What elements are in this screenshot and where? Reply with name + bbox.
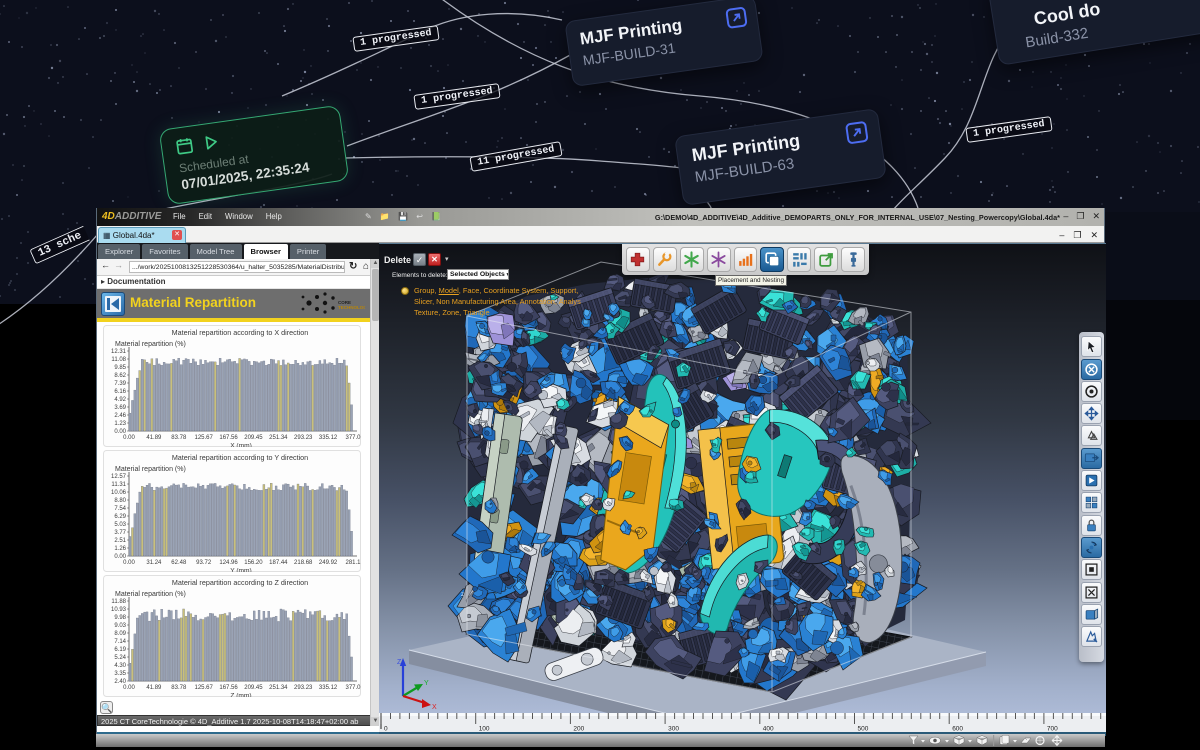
svg-text:2.51: 2.51 xyxy=(114,538,126,544)
svg-text:0.00: 0.00 xyxy=(123,560,135,566)
svg-text:62.48: 62.48 xyxy=(171,560,187,566)
svg-text:12.57: 12.57 xyxy=(111,474,127,480)
svg-text:293.23: 293.23 xyxy=(294,435,313,441)
svg-text:300: 300 xyxy=(668,726,679,733)
svg-text:167.56: 167.56 xyxy=(219,685,238,691)
svg-text:Z: Z xyxy=(397,659,402,666)
svg-text:187.44: 187.44 xyxy=(269,560,288,566)
svg-text:3.77: 3.77 xyxy=(114,530,126,536)
svg-text:251.34: 251.34 xyxy=(269,685,288,691)
svg-text:Material repartition (%): Material repartition (%) xyxy=(115,591,186,598)
svg-text:Material repartition (%): Material repartition (%) xyxy=(115,341,186,348)
svg-text:z: z xyxy=(461,592,464,598)
svg-text:6.16: 6.16 xyxy=(114,389,126,395)
svg-text:209.45: 209.45 xyxy=(244,435,263,441)
svg-text:3.69: 3.69 xyxy=(114,405,126,411)
svg-text:31.24: 31.24 xyxy=(146,560,162,566)
svg-text:5.03: 5.03 xyxy=(114,522,126,528)
svg-text:1.26: 1.26 xyxy=(114,546,126,552)
svg-text:10.06: 10.06 xyxy=(111,490,127,496)
svg-text:8.80: 8.80 xyxy=(114,498,126,504)
svg-text:9.03: 9.03 xyxy=(114,623,126,629)
svg-text:Z (mm): Z (mm) xyxy=(230,693,251,698)
svg-text:4.30: 4.30 xyxy=(114,663,126,669)
svg-text:125.67: 125.67 xyxy=(194,435,213,441)
svg-text:0: 0 xyxy=(384,726,388,733)
svg-text:X (mm): X (mm) xyxy=(230,443,252,448)
svg-text:124.96: 124.96 xyxy=(219,560,238,566)
svg-text:700: 700 xyxy=(1047,726,1058,733)
svg-text:100: 100 xyxy=(479,726,490,733)
svg-text:5.24: 5.24 xyxy=(114,655,126,661)
svg-text:9.85: 9.85 xyxy=(114,365,126,371)
svg-text:8.62: 8.62 xyxy=(114,373,126,379)
svg-text:Y: Y xyxy=(424,680,429,687)
svg-text:2.46: 2.46 xyxy=(114,413,126,419)
svg-text:9.98: 9.98 xyxy=(114,615,126,621)
svg-text:293.23: 293.23 xyxy=(294,685,313,691)
svg-text:209.45: 209.45 xyxy=(244,685,263,691)
svg-text:1.23: 1.23 xyxy=(114,421,126,427)
svg-text:Y (mm): Y (mm) xyxy=(230,568,252,573)
svg-text:83.78: 83.78 xyxy=(171,685,187,691)
svg-text:218.68: 218.68 xyxy=(294,560,313,566)
svg-text:167.56: 167.56 xyxy=(219,435,238,441)
svg-text:335.12: 335.12 xyxy=(319,435,338,441)
svg-text:93.72: 93.72 xyxy=(196,560,212,566)
svg-text:6.19: 6.19 xyxy=(114,647,126,653)
svg-text:156.20: 156.20 xyxy=(244,560,263,566)
svg-text:12.31: 12.31 xyxy=(111,349,127,355)
svg-text:Material repartition according: Material repartition according to Y dire… xyxy=(172,453,308,462)
svg-text:3.35: 3.35 xyxy=(114,671,126,677)
svg-text:125.67: 125.67 xyxy=(194,685,213,691)
svg-text:377.0: 377.0 xyxy=(345,685,361,691)
svg-text:7.54: 7.54 xyxy=(114,506,126,512)
svg-text:377.0: 377.0 xyxy=(345,435,361,441)
svg-text:10.93: 10.93 xyxy=(111,607,127,613)
svg-text:Material repartition according: Material repartition according to X dire… xyxy=(172,328,309,337)
svg-text:Material repartition according: Material repartition according to Z dire… xyxy=(172,578,308,587)
svg-text:251.34: 251.34 xyxy=(269,435,288,441)
svg-text:600: 600 xyxy=(952,726,963,733)
svg-text:83.78: 83.78 xyxy=(171,435,187,441)
svg-text:500: 500 xyxy=(858,726,869,733)
svg-text:8.09: 8.09 xyxy=(114,631,126,637)
svg-text:0.00: 0.00 xyxy=(123,685,135,691)
svg-text:Material repartition (%): Material repartition (%) xyxy=(115,466,186,473)
svg-text:7.39: 7.39 xyxy=(114,381,126,387)
svg-text:335.12: 335.12 xyxy=(319,685,338,691)
svg-text:X: X xyxy=(432,704,437,711)
svg-text:11.88: 11.88 xyxy=(111,599,126,605)
svg-text:249.92: 249.92 xyxy=(319,560,338,566)
svg-text:TECHNOLOGIE: TECHNOLOGIE xyxy=(338,305,365,310)
svg-text:11.31: 11.31 xyxy=(111,482,126,488)
svg-text:4.92: 4.92 xyxy=(114,397,126,403)
svg-text:7.14: 7.14 xyxy=(114,639,126,645)
svg-text:0.00: 0.00 xyxy=(123,435,135,441)
svg-text:41.89: 41.89 xyxy=(146,435,162,441)
svg-text:400: 400 xyxy=(763,726,774,733)
svg-text:41.89: 41.89 xyxy=(146,685,162,691)
svg-text:6.29: 6.29 xyxy=(114,514,126,520)
svg-text:281.1: 281.1 xyxy=(345,560,361,566)
svg-text:200: 200 xyxy=(573,726,584,733)
svg-text:11.08: 11.08 xyxy=(111,357,126,363)
